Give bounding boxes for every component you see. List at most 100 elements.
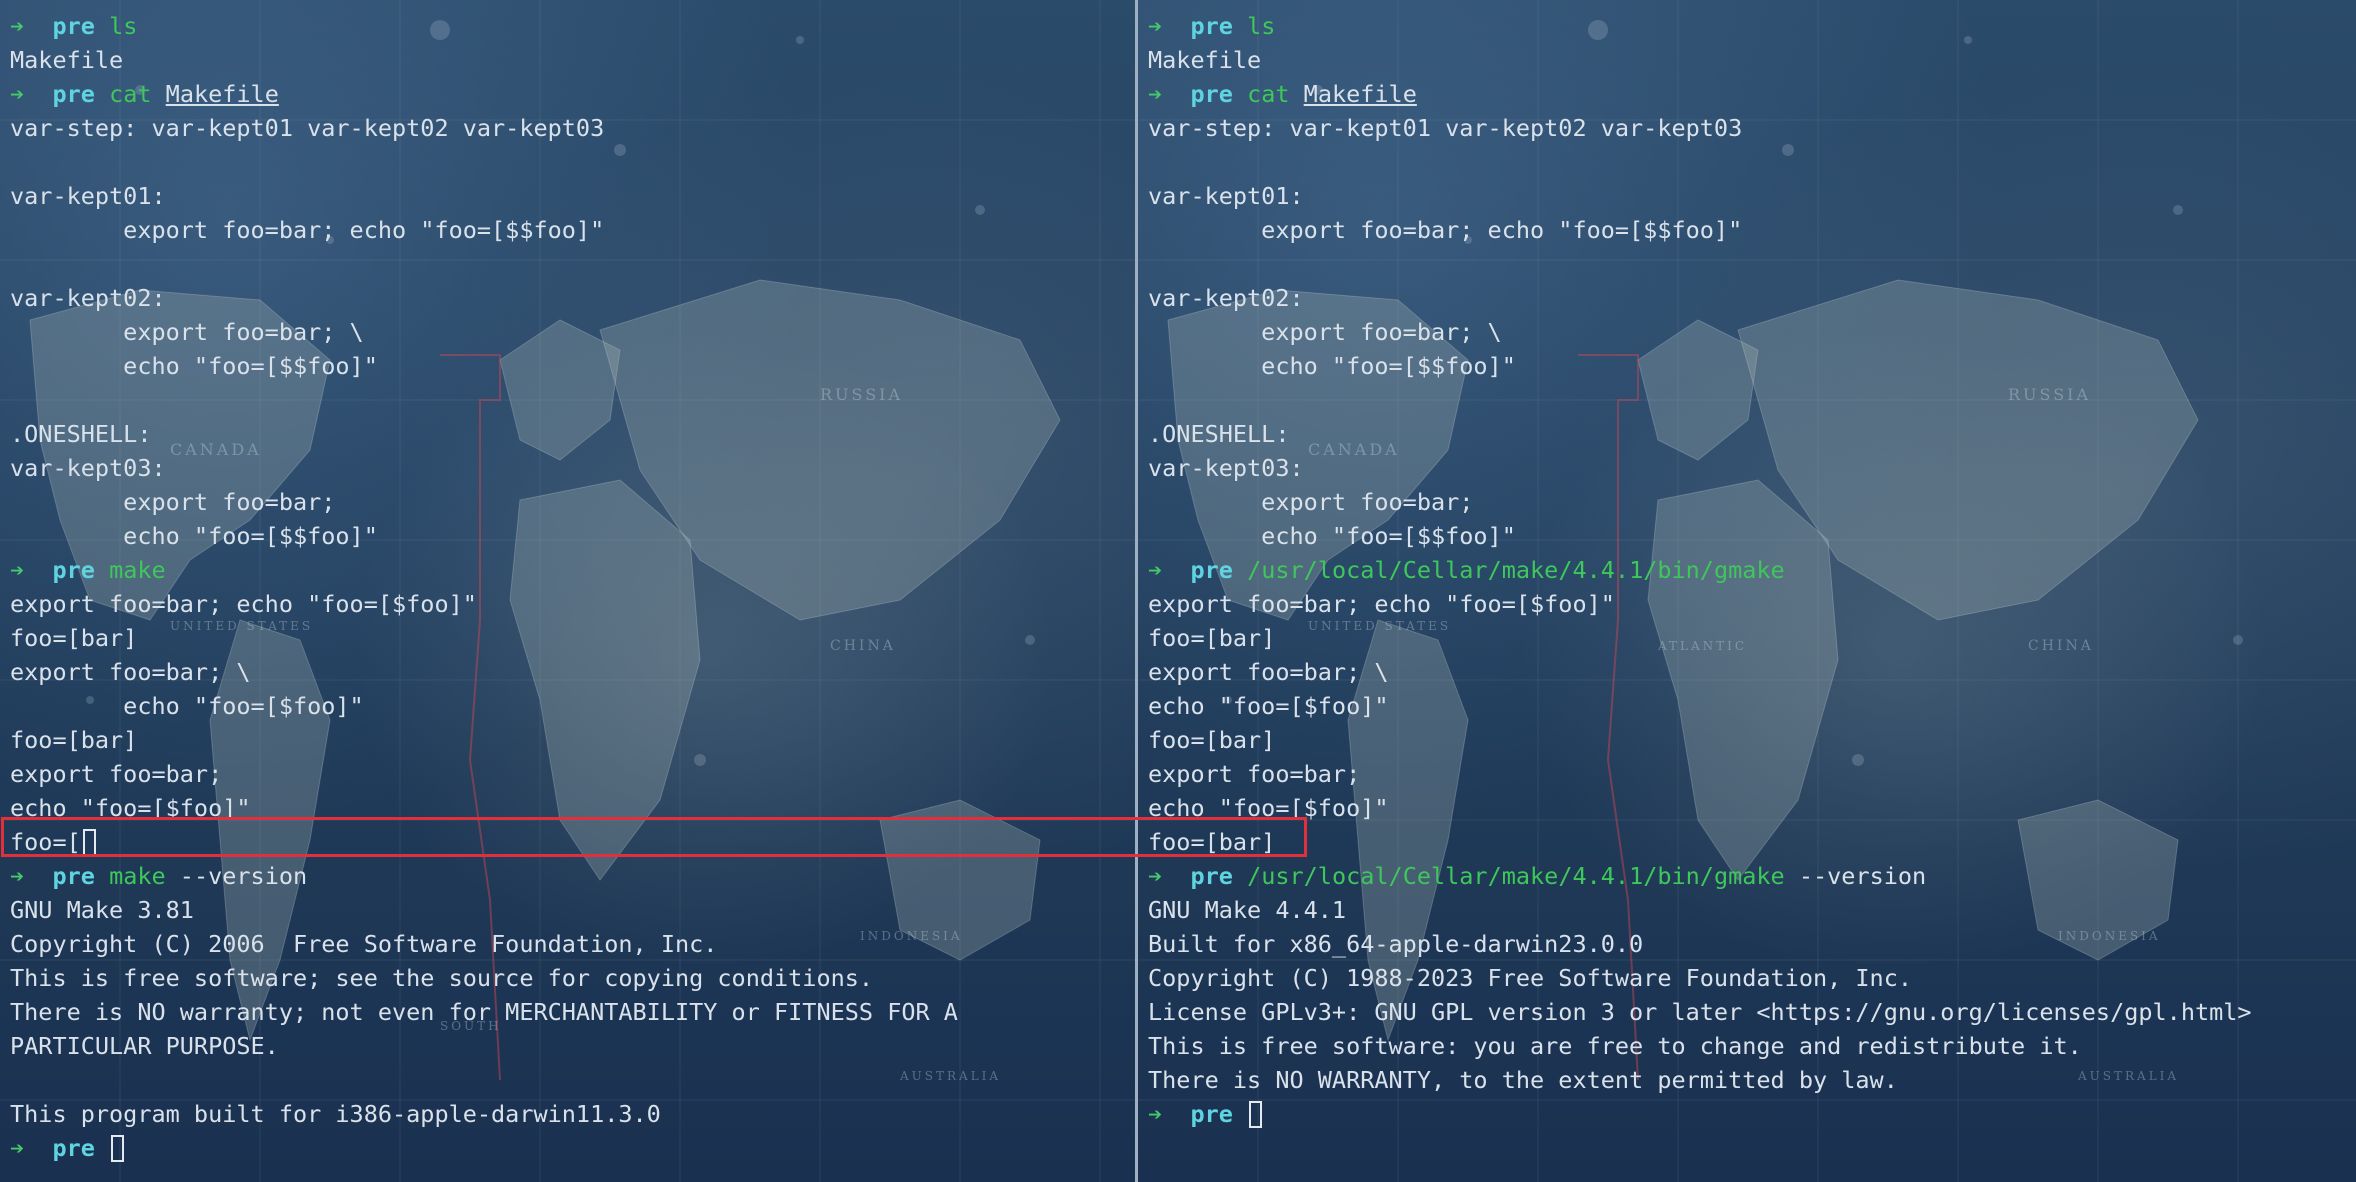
output-line: export foo=bar; echo "foo=[$$foo]" <box>10 213 1129 247</box>
prompt-line: ➔ pre cat Makefile <box>1148 77 2350 111</box>
command-name: make <box>109 862 166 890</box>
output-text: echo "foo=[$$foo]" <box>1148 522 1516 550</box>
prompt-directory: pre <box>52 556 95 584</box>
output-text: var-kept03: <box>10 454 166 482</box>
output-text: There is NO WARRANTY, to the extent perm… <box>1148 1066 1898 1094</box>
prompt-directory: pre <box>52 1134 95 1162</box>
output-line: Makefile <box>1148 43 2350 77</box>
output-line: foo=[ <box>10 825 1129 859</box>
output-line: foo=[bar] <box>1148 621 2350 655</box>
output-text: Makefile <box>1148 46 1262 74</box>
prompt-line: ➔ pre ls <box>10 9 1129 43</box>
output-line: foo=[bar] <box>10 621 1129 655</box>
output-text: echo "foo=[$$foo]" <box>10 522 378 550</box>
output-text: export foo=bar; <box>10 760 223 788</box>
terminal-split-window: RUSSIA CANADA UNITED STATES CHINA SOUTH … <box>0 0 2356 1182</box>
output-line: foo=[bar] <box>10 723 1129 757</box>
command-name: make <box>109 556 166 584</box>
output-text: echo "foo=[$foo]" <box>10 692 364 720</box>
right-terminal-output[interactable]: ➔ pre ls Makefile ➔ pre cat Makefile var-st… <box>1148 9 2350 1131</box>
prompt-line: ➔ pre ls <box>1148 9 2350 43</box>
command-name: ls <box>1247 12 1276 40</box>
prompt-arrow-icon: ➔ <box>10 12 53 40</box>
prompt-arrow-icon: ➔ <box>1148 12 1191 40</box>
output-text: echo "foo=[$foo]" <box>1148 794 1389 822</box>
prompt-arrow-icon: ➔ <box>10 1134 53 1162</box>
command-name: cat <box>109 80 152 108</box>
output-line: var-kept03: <box>10 451 1129 485</box>
prompt-arrow-icon: ➔ <box>10 862 53 890</box>
output-text: Copyright (C) 2006 Free Software Foundat… <box>10 930 718 958</box>
output-line: export foo=bar; echo "foo=[$foo]" <box>1148 587 2350 621</box>
right-terminal-pane[interactable]: RUSSIA CANADA UNITED STATES ATLANTIC CHI… <box>1138 0 2356 1182</box>
output-text: echo "foo=[$foo]" <box>1148 692 1389 720</box>
output-line: Makefile <box>10 43 1129 77</box>
output-line: export foo=bar; <box>1148 485 2350 519</box>
output-line: There is NO warranty; not even for MERCH… <box>10 995 1129 1029</box>
output-line: There is NO WARRANTY, to the extent perm… <box>1148 1063 2350 1097</box>
prompt-directory: pre <box>52 862 95 890</box>
prompt-line: ➔ pre cat Makefile <box>10 77 1129 111</box>
command-name: /usr/local/Cellar/make/4.4.1/bin/gmake <box>1247 556 1785 584</box>
output-line: export foo=bar; \ <box>10 655 1129 689</box>
cursor[interactable] <box>1249 1101 1263 1128</box>
output-text: var-kept01: <box>10 182 166 210</box>
output-text: foo=[ <box>10 828 81 856</box>
output-text: export foo=bar; echo "foo=[$$foo]" <box>1148 216 1743 244</box>
left-terminal-pane[interactable]: RUSSIA CANADA UNITED STATES CHINA SOUTH … <box>0 0 1135 1182</box>
prompt-directory: pre <box>52 80 95 108</box>
output-text: This program built for i386-apple-darwin… <box>10 1100 661 1128</box>
prompt-line: ➔ pre <box>10 1131 1129 1165</box>
output-line: var-kept02: <box>1148 281 2350 315</box>
output-text: echo "foo=[$$foo]" <box>10 352 378 380</box>
output-line: var-kept01: <box>1148 179 2350 213</box>
output-line: Built for x86_64-apple-darwin23.0.0 <box>1148 927 2350 961</box>
output-line: GNU Make 4.4.1 <box>1148 893 2350 927</box>
prompt-line: ➔ pre /usr/local/Cellar/make/4.4.1/bin/g… <box>1148 553 2350 587</box>
left-terminal-output[interactable]: ➔ pre ls Makefile ➔ pre cat Makefile var-st… <box>10 9 1129 1165</box>
prompt-line: ➔ pre make <box>10 553 1129 587</box>
command-arguments: --version <box>165 862 308 890</box>
output-text: export foo=bar; echo "foo=[$foo]" <box>10 590 477 618</box>
output-text: This is free software; see the source fo… <box>10 964 874 992</box>
output-line: export foo=bar; echo "foo=[$foo]" <box>10 587 1129 621</box>
output-line: PARTICULAR PURPOSE. <box>10 1029 1129 1063</box>
output-text: var-kept02: <box>10 284 166 312</box>
output-line: echo "foo=[$$foo]" <box>10 349 1129 383</box>
output-line: Copyright (C) 2006 Free Software Foundat… <box>10 927 1129 961</box>
prompt-arrow-icon: ➔ <box>10 80 53 108</box>
output-text: foo=[bar] <box>1148 624 1276 652</box>
command-argument-file[interactable]: Makefile <box>1304 80 1417 108</box>
output-line: var-step: var-kept01 var-kept02 var-kept… <box>1148 111 2350 145</box>
prompt-arrow-icon: ➔ <box>1148 80 1191 108</box>
output-text: echo "foo=[$foo]" <box>10 794 251 822</box>
command-argument-file[interactable]: Makefile <box>166 80 279 108</box>
output-text: Makefile <box>10 46 124 74</box>
output-line: echo "foo=[$foo]" <box>1148 689 2350 723</box>
output-text: echo "foo=[$$foo]" <box>1148 352 1516 380</box>
output-text: var-kept03: <box>1148 454 1304 482</box>
output-text: .ONESHELL: <box>1148 420 1290 448</box>
output-text: This is free software: you are free to c… <box>1148 1032 2082 1060</box>
command-name: /usr/local/Cellar/make/4.4.1/bin/gmake <box>1247 862 1785 890</box>
output-text: foo=[bar] <box>10 726 138 754</box>
output-line: .ONESHELL: <box>1148 417 2350 451</box>
output-text: GNU Make 3.81 <box>10 896 194 924</box>
output-line: echo "foo=[$foo]" <box>10 791 1129 825</box>
prompt-directory: pre <box>1190 556 1233 584</box>
output-line: License GPLv3+: GNU GPL version 3 or lat… <box>1148 995 2350 1029</box>
output-line: var-kept03: <box>1148 451 2350 485</box>
output-text: License GPLv3+: GNU GPL version 3 or lat… <box>1148 998 2252 1026</box>
output-text: foo=[bar] <box>1148 828 1276 856</box>
output-line: export foo=bar; <box>10 485 1129 519</box>
cursor[interactable] <box>111 1135 125 1162</box>
command-name: ls <box>109 12 138 40</box>
output-text: var-step: var-kept01 var-kept02 var-kept… <box>1148 114 1743 142</box>
output-text: Copyright (C) 1988-2023 Free Software Fo… <box>1148 964 1913 992</box>
output-text: export foo=bar; \ <box>10 318 364 346</box>
